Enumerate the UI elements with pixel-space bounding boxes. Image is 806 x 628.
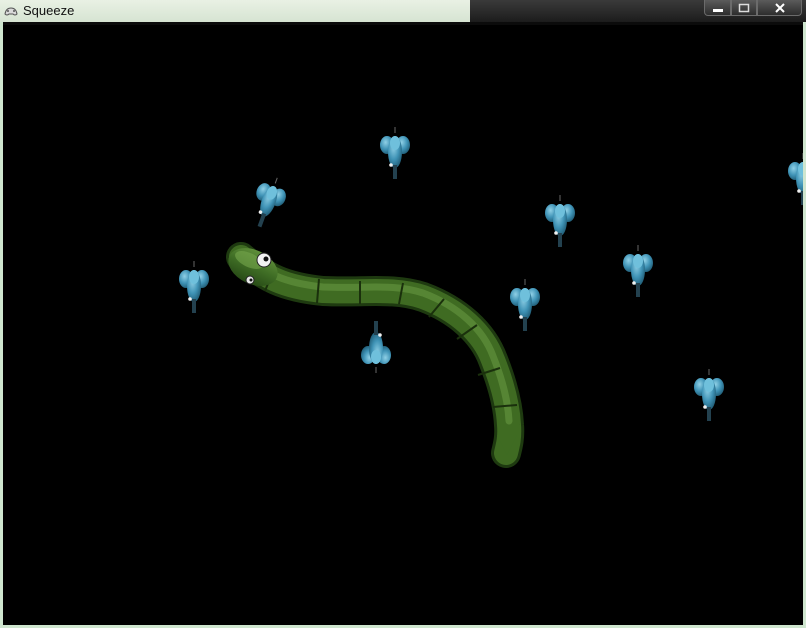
mouse-sprite bbox=[544, 194, 576, 248]
close-icon bbox=[774, 2, 785, 13]
mouse-sprite bbox=[244, 172, 292, 233]
mouse-sprite bbox=[379, 126, 411, 180]
window-title: Squeeze bbox=[23, 3, 75, 18]
game-scene bbox=[178, 126, 803, 468]
minimize-button[interactable] bbox=[704, 0, 731, 16]
maximize-button[interactable] bbox=[731, 0, 757, 16]
maximize-icon bbox=[738, 3, 750, 12]
mouse-sprite bbox=[178, 260, 210, 314]
mouse-sprite bbox=[693, 368, 725, 422]
game-canvas[interactable] bbox=[3, 25, 803, 625]
mouse-sprite bbox=[360, 320, 392, 374]
minimize-icon bbox=[712, 8, 723, 12]
mouse-sprite bbox=[509, 278, 541, 332]
window-controls bbox=[704, 0, 802, 18]
app-icon bbox=[4, 7, 18, 16]
mouse-sprite-partial bbox=[787, 152, 803, 206]
game-window: Squeeze bbox=[0, 0, 806, 628]
close-button[interactable] bbox=[757, 0, 802, 16]
mouse-sprite bbox=[622, 244, 654, 298]
